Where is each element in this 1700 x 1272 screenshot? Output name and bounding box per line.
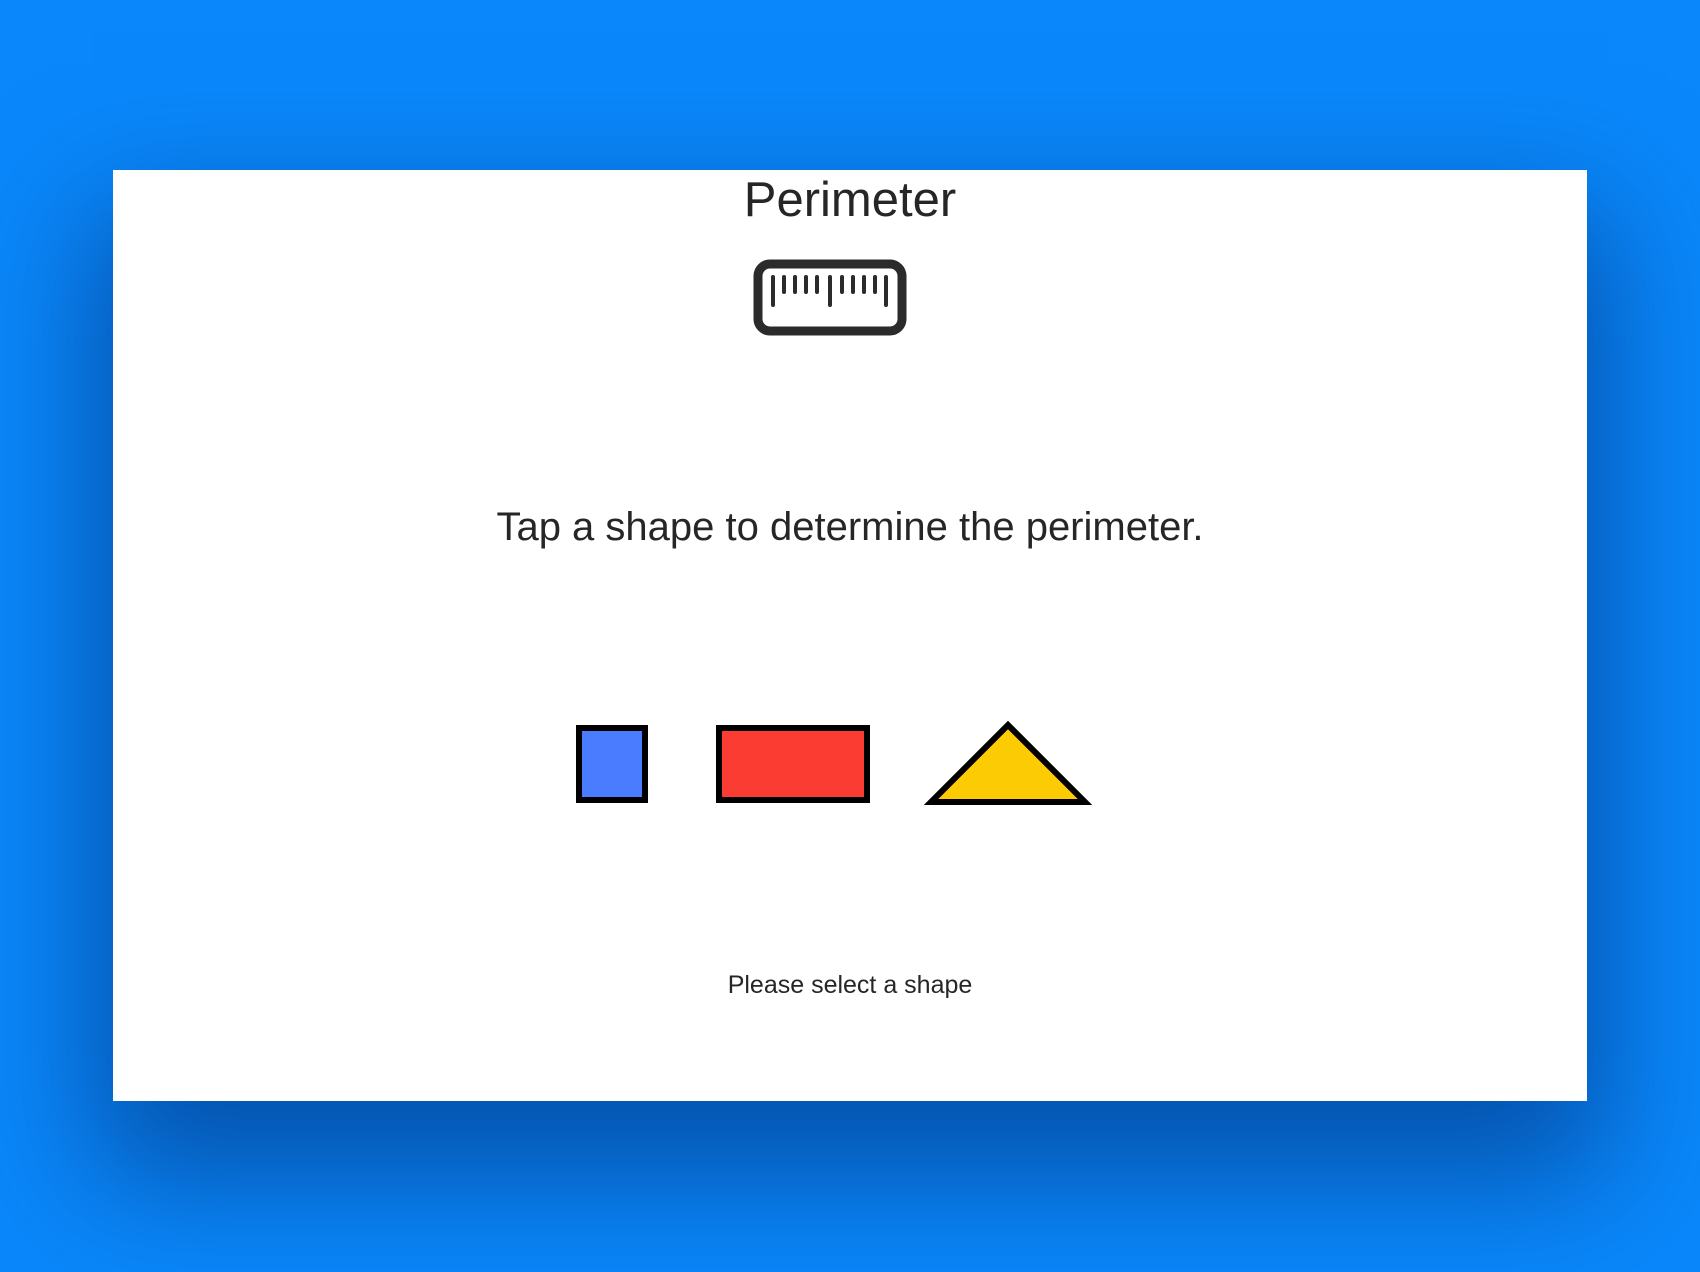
ruler-icon — [753, 259, 907, 336]
status-text: Please select a shape — [727, 971, 973, 999]
rectangle-shape[interactable] — [716, 725, 870, 803]
page-title: Perimeter — [743, 173, 957, 227]
instructions-text: Tap a shape to determine the perimeter. — [496, 505, 1204, 549]
square-shape[interactable] — [576, 725, 648, 803]
